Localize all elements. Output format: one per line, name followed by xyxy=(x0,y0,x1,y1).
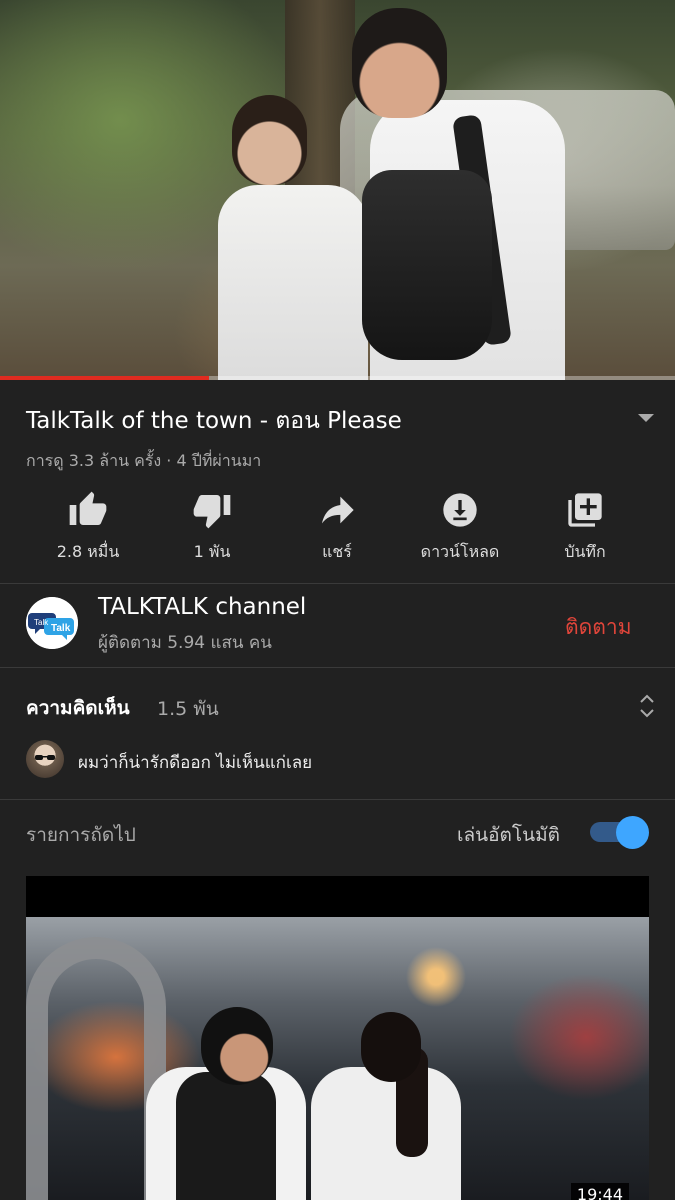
thumbs-down-icon xyxy=(193,495,231,529)
video-player[interactable] xyxy=(0,0,675,380)
download-button[interactable]: ดาวน์โหลด xyxy=(400,490,520,570)
thumbnail-backpack xyxy=(176,1072,276,1200)
share-button[interactable]: แชร์ xyxy=(277,490,397,570)
dislike-count: 1 พัน xyxy=(193,542,231,561)
thumbnail-girl-head xyxy=(361,1012,421,1082)
save-label: บันทึก xyxy=(564,542,606,561)
thumbnail-boy-head xyxy=(201,1007,273,1085)
sunglasses-icon xyxy=(35,755,55,760)
video-frame-backpack xyxy=(362,170,492,360)
like-button[interactable]: 2.8 หมื่น xyxy=(28,490,148,570)
video-duration-badge: 19:44 xyxy=(570,1183,629,1200)
autoplay-toggle-knob[interactable] xyxy=(616,816,649,849)
channel-avatar[interactable]: Talk Talk xyxy=(26,597,78,649)
share-icon xyxy=(322,496,354,524)
channel-subscriber-count: ผู้ติดตาม 5.94 แสน คน xyxy=(98,633,272,653)
thumbs-up-icon xyxy=(69,491,107,525)
video-frame-boy-head xyxy=(352,8,447,118)
comments-count: 1.5 พัน xyxy=(157,698,219,720)
expand-description-icon[interactable] xyxy=(638,414,654,422)
download-label: ดาวน์โหลด xyxy=(420,542,500,561)
video-progress-bar[interactable] xyxy=(0,376,675,380)
share-label: แชร์ xyxy=(322,542,352,561)
download-icon xyxy=(443,493,477,527)
logo-text-2: Talk xyxy=(51,623,71,634)
up-next-label: รายการถัดไป xyxy=(26,824,136,846)
logo-text-1: Talk xyxy=(34,618,49,627)
up-next-video-thumbnail[interactable]: 19:44 xyxy=(26,876,649,1200)
save-button[interactable]: บันทึก xyxy=(525,490,645,570)
thumbnail-image xyxy=(26,917,649,1200)
video-title: TalkTalk of the town - ตอน Please xyxy=(26,408,402,434)
like-count: 2.8 หมื่น xyxy=(56,542,120,561)
thumbnail-girl-body xyxy=(311,1067,461,1200)
thumbnail-arch xyxy=(26,937,166,1200)
talktalk-logo-icon: Talk Talk xyxy=(26,597,78,649)
video-meta: การดู 3.3 ล้าน ครั้ง · 4 ปีที่ผ่านมา xyxy=(26,451,262,470)
divider xyxy=(0,583,675,584)
subscribe-button[interactable]: ติดตาม xyxy=(565,611,632,644)
autoplay-label: เล่นอัตโนมัติ xyxy=(457,824,560,846)
dislike-button[interactable]: 1 พัน xyxy=(152,490,272,570)
top-comment-text[interactable]: ผมว่าก็น่ารักดีออก ไม่เห็นแก่เลย xyxy=(78,749,312,776)
comments-title[interactable]: ความคิดเห็น xyxy=(26,693,130,723)
channel-name[interactable]: TALKTALK channel xyxy=(98,594,306,620)
video-frame-girl-body xyxy=(218,185,368,380)
divider xyxy=(0,667,675,668)
expand-collapse-icon[interactable] xyxy=(636,692,658,720)
commenter-avatar[interactable] xyxy=(26,740,64,778)
video-progress-fill xyxy=(0,376,210,380)
save-to-playlist-icon xyxy=(568,493,602,527)
divider xyxy=(0,799,675,800)
video-frame-girl-head xyxy=(232,95,307,185)
